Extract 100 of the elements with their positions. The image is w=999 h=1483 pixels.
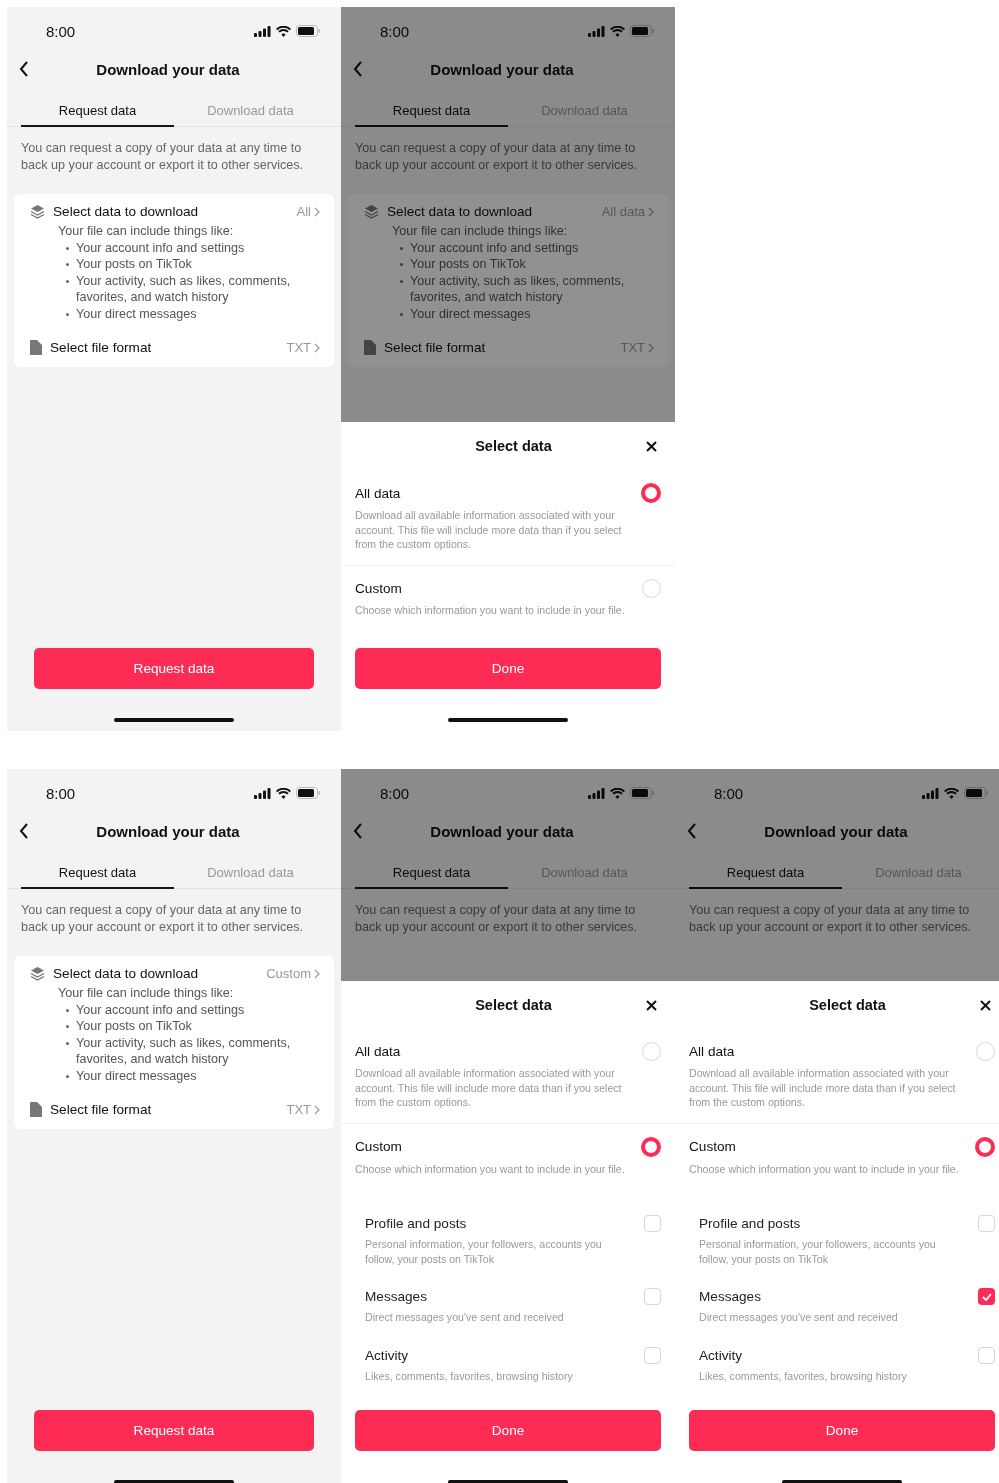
tab[interactable]: Download data	[174, 857, 327, 889]
category-label: Messages	[699, 1289, 761, 1304]
close-icon[interactable]	[646, 999, 657, 1011]
row-label: Select data to download	[387, 204, 534, 219]
sheet-title: Select data	[808, 997, 887, 1013]
checkbox[interactable]	[978, 1288, 995, 1305]
tab[interactable]: Request data	[689, 857, 842, 889]
checkbox[interactable]	[978, 1346, 995, 1364]
close-icon[interactable]	[646, 440, 657, 452]
layers-icon	[30, 966, 45, 981]
done-button[interactable]: Done	[689, 1410, 995, 1451]
bullet-icon	[66, 1041, 69, 1045]
status-time: 8:00	[46, 22, 76, 40]
option-description: Choose which information you want to include in your file.	[355, 602, 626, 617]
request-data-button[interactable]: Request data	[34, 648, 314, 689]
signal-icon	[588, 25, 605, 37]
layers-icon	[30, 204, 45, 219]
back-icon[interactable]	[353, 823, 363, 839]
checkbox[interactable]	[644, 1346, 661, 1364]
bullet-icon	[400, 279, 403, 283]
option-label: Custom	[355, 580, 402, 596]
battery-icon	[296, 787, 321, 799]
option-description: Choose which information you want to include in your file.	[355, 1161, 626, 1176]
row-description: Your file can include things like:	[58, 985, 235, 1002]
checkbox[interactable]	[978, 1215, 995, 1232]
tab[interactable]: Request data	[355, 95, 508, 127]
row-value-link[interactable]: TXT	[620, 340, 654, 355]
bullet-text: Your account info and settings	[76, 239, 245, 256]
bullet-icon	[66, 279, 69, 283]
screen-title: Download your data	[95, 822, 241, 840]
chevron-right-icon	[314, 1104, 320, 1115]
layers-icon	[364, 204, 379, 219]
category-description: Likes, comments, favorites, browsing history	[365, 1368, 574, 1383]
row-value-link[interactable]: TXT	[286, 340, 320, 355]
option-label: Custom	[355, 1139, 402, 1154]
bullet-icon	[400, 246, 403, 250]
check-icon	[981, 1292, 992, 1301]
bullet-icon	[400, 263, 403, 266]
category-description: Likes, comments, favorites, browsing history	[699, 1368, 908, 1383]
status-time: 8:00	[380, 784, 410, 802]
radio-button[interactable]	[641, 1136, 661, 1157]
tab[interactable]: Request data	[21, 95, 174, 127]
category-description: Direct messages you've sent and received	[365, 1310, 565, 1325]
bullet-icon	[400, 312, 403, 316]
battery-icon	[296, 25, 321, 37]
done-button[interactable]: Done	[355, 648, 661, 689]
row-value-link[interactable]: Custom	[266, 966, 320, 981]
row-value-link[interactable]: All data	[601, 204, 654, 219]
battery-icon	[630, 787, 655, 799]
status-time: 8:00	[714, 784, 744, 802]
category-description: Direct messages you've sent and received	[699, 1310, 899, 1325]
done-button[interactable]: Done	[355, 1410, 661, 1451]
screen-title: Download your data	[429, 60, 575, 78]
radio-button[interactable]	[975, 1136, 995, 1157]
battery-icon	[964, 787, 989, 799]
row-value-link[interactable]: TXT	[286, 1102, 320, 1117]
row-value-link[interactable]: All	[296, 204, 320, 219]
chevron-right-icon	[314, 206, 320, 217]
category-description: Personal information, your followers, accounts you follow, your posts on TikTok	[699, 1237, 937, 1266]
sheet-title: Select data	[474, 997, 553, 1013]
row-description: Your file can include things like:	[392, 223, 569, 240]
bullet-icon	[66, 246, 69, 250]
chevron-right-icon	[648, 206, 654, 217]
option-label: Custom	[689, 1139, 736, 1154]
option-label: All data	[355, 1044, 401, 1059]
option-label: All data	[689, 1044, 735, 1059]
category-label: Activity	[699, 1347, 743, 1363]
signal-icon	[922, 787, 939, 799]
chevron-right-icon	[314, 342, 320, 353]
bullet-icon	[66, 312, 69, 316]
option-description: Choose which information you want to include in your file.	[689, 1161, 960, 1176]
checkbox[interactable]	[644, 1288, 661, 1305]
tab[interactable]: Download data	[174, 95, 327, 127]
row-description: Your file can include things like:	[58, 223, 235, 240]
row-label: Select file format	[50, 1102, 153, 1117]
tab[interactable]: Request data	[21, 857, 174, 889]
bullet-text: Your direct messages	[410, 305, 531, 322]
bullet-icon	[66, 1074, 69, 1078]
category-label: Profile and posts	[365, 1216, 467, 1231]
close-icon[interactable]	[980, 999, 991, 1011]
radio-button[interactable]	[641, 483, 661, 503]
back-icon[interactable]	[19, 823, 29, 839]
chevron-right-icon	[648, 342, 654, 353]
option-description: Download all available information associated with your account. This file will include more data than if you select from the custom options.	[689, 1066, 957, 1110]
bullet-text: Your posts on TikTok	[76, 1018, 192, 1035]
checkbox[interactable]	[644, 1215, 661, 1232]
bullet-text: Your account info and settings	[76, 1001, 245, 1018]
intro-text: You can request a copy of your data at any time to back up your account or export it to other services.	[355, 902, 639, 936]
signal-icon	[254, 25, 271, 37]
back-icon[interactable]	[353, 61, 363, 77]
back-icon[interactable]	[687, 823, 697, 839]
request-data-button[interactable]: Request data	[34, 1410, 314, 1451]
back-icon[interactable]	[19, 61, 29, 77]
wifi-icon	[276, 25, 291, 37]
bullet-text: Your activity, such as likes, comments, favorites, and watch history	[76, 272, 292, 306]
bullet-icon	[66, 263, 69, 266]
bullet-text: Your direct messages	[76, 305, 197, 322]
file-icon	[30, 340, 42, 355]
wifi-icon	[944, 787, 959, 799]
tab[interactable]: Request data	[355, 857, 508, 889]
